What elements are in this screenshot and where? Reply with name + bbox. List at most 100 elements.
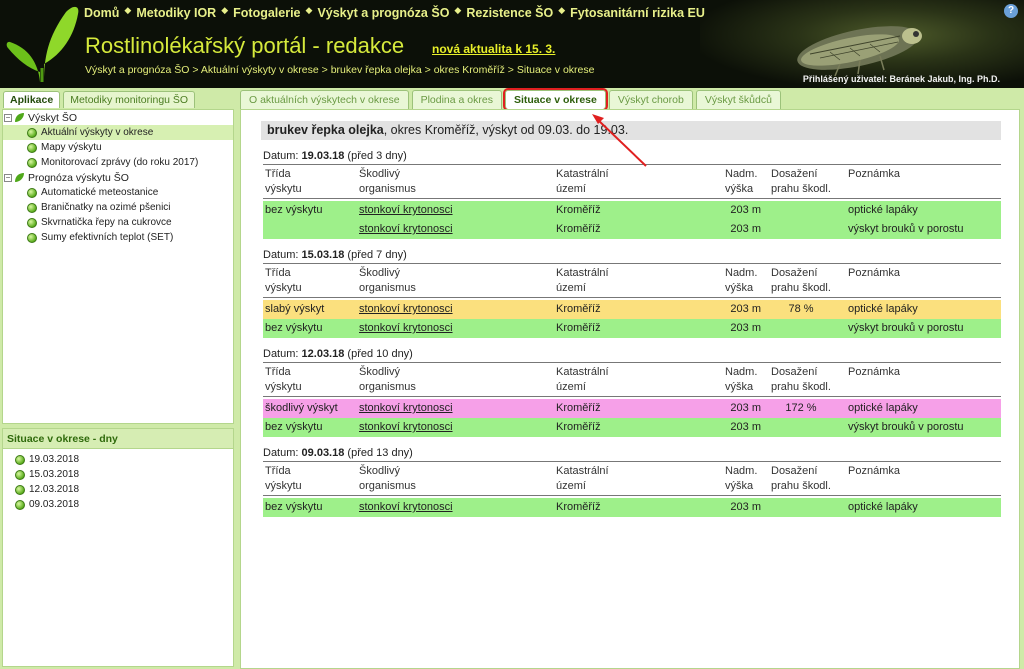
day-item[interactable]: 09.03.2018 [3,497,233,512]
cadastral-area: Kroměříž [556,204,601,216]
header-note: Poznámka [848,266,900,281]
cadastral-area: Kroměříž [556,402,601,414]
days-ago: (před 7 dny) [347,249,407,261]
left-panel: Aplikace Metodiky monitoringu ŠO − Výsky… [0,88,236,669]
collapse-icon[interactable]: − [4,113,12,122]
crop-name: brukev řepka olejka [267,123,384,137]
date-line: Datum: 15.03.18 (před 7 dny) [263,249,1001,264]
days-ago: (před 10 dny) [347,348,413,360]
tree-item-label: Braničnatky na ozimé pšenici [41,202,171,213]
altitude: 203 m [730,402,761,414]
header-line: Poznámka [848,465,900,477]
nav-eu-risks-link[interactable]: Fytosanitární rizika EU [570,6,705,20]
tree-item-monitoring-reports[interactable]: Monitorovací zprávy (do roku 2017) [3,155,233,170]
organism-link[interactable]: stonkoví krytonosci [359,201,453,220]
tab-pest-occurrence[interactable]: Výskyt škůdců [695,90,781,109]
header-threshold: Dosažení prahu škodl. [771,464,831,494]
main-tab-row: O aktuálních výskytech v okrese Plodina … [240,88,784,111]
nav-gallery-link[interactable]: Fotogalerie [233,6,300,20]
nav-home-link[interactable]: Domů [84,6,119,20]
help-icon[interactable]: ? [1004,4,1018,18]
tree-item-label: Aktuální výskyty v okrese [41,127,154,138]
nav-methodology-link[interactable]: Metodiky IOR [136,6,216,20]
header-line: Třída [265,168,291,180]
header-line: území [556,282,586,294]
tab-applications[interactable]: Aplikace [3,91,61,108]
tab-disease-occurrence[interactable]: Výskyt chorob [608,90,693,109]
table-row: slabý výskyt stonkoví krytonosci Kroměříž 2… [263,300,1001,319]
tree-item-temperature-sums[interactable]: Sumy efektivních teplot (SET) [3,230,233,245]
table-header: Třída výskytu Škodlivý organismus Katastráln… [263,165,1001,199]
tab-district-situation[interactable]: Situace v okrese [502,88,608,111]
day-item[interactable]: 12.03.2018 [3,482,233,497]
header-line: organismus [359,282,416,294]
header-line: Poznámka [848,168,900,180]
tree-item-maps[interactable]: Mapy výskytu [3,140,233,155]
date-line: Datum: 19.03.18 (před 3 dny) [263,150,1001,165]
occurrence-class: bez výskytu [265,501,323,513]
header-line: Katastrální [556,465,609,477]
organism-link[interactable]: stonkoví krytonosci [359,300,453,319]
header-cadastral: Katastrální území [556,464,609,494]
tree-item-label: Skvrnatička řepy na cukrovce [41,217,172,228]
tree-item-weather-stations[interactable]: Automatické meteostanice [3,185,233,200]
header-line: Poznámka [848,267,900,279]
header-note: Poznámka [848,167,900,182]
header-line: území [556,183,586,195]
date-section: Datum: 09.03.18 (před 13 dny) Třída výskyt… [263,447,1001,517]
header-line: Katastrální [556,366,609,378]
ball-icon [27,217,37,228]
note: optické lapáky [848,501,918,513]
organism-link[interactable]: stonkoví krytonosci [359,319,453,338]
nav-resistance-link[interactable]: Rezistence ŠO [466,6,553,20]
tree-item-label: Automatické meteostanice [41,187,159,198]
tree-item-beet-leaf-spot[interactable]: Skvrnatička řepy na cukrovce [3,215,233,230]
date-label: Datum: [263,150,299,162]
altitude: 203 m [730,303,761,315]
tree-item-current-occurrence[interactable]: Aktuální výskyty v okrese [3,125,233,140]
organism-link[interactable]: stonkoví krytonosci [359,399,453,418]
day-item[interactable]: 15.03.2018 [3,467,233,482]
organism-link[interactable]: stonkoví krytonosci [359,220,453,239]
tab-crop-and-district[interactable]: Plodina a okres [411,90,502,109]
days-panel: Situace v okrese - dny 19.03.2018 15.03.… [2,428,234,667]
tree-item-label: Sumy efektivních teplot (SET) [41,232,174,243]
header-line: výskytu [265,183,302,195]
date-section: Datum: 15.03.18 (před 7 dny) Třída výskytu… [263,249,1001,338]
nav-occurrence-link[interactable]: Výskyt a prognóza ŠO [317,6,449,20]
header-cadastral: Katastrální území [556,365,609,395]
breadcrumb[interactable]: Výskyt a prognóza ŠO > Aktuální výskyty … [85,64,594,76]
date-section: Datum: 19.03.18 (před 3 dny) Třída výskytu… [263,150,1001,239]
tree-item-wheat-blotch[interactable]: Braničnatky na ozimé pšenici [3,200,233,215]
nav-separator-icon: ◆ [221,5,229,15]
crop-heading: brukev řepka olejka, okres Kroměříž, výs… [261,121,1001,140]
cadastral-area: Kroměříž [556,303,601,315]
table-row: bez výskytu stonkoví krytonosci Kroměříž 20… [263,201,1001,220]
organism-link[interactable]: stonkoví krytonosci [359,498,453,517]
tree-item-label: Mapy výskytu [41,142,102,153]
header-threshold: Dosažení prahu škodl. [771,266,831,296]
date-value: 15.03.18 [301,249,345,261]
header-altitude: Nadm. výška [725,365,757,395]
header-threshold: Dosažení prahu škodl. [771,167,831,197]
news-link[interactable]: nová aktualita k 15. 3. [432,42,555,56]
ball-icon [15,454,25,465]
header-line: organismus [359,381,416,393]
tree-group-label: Výskyt ŠO [28,111,78,124]
day-label: 09.03.2018 [29,499,80,510]
day-item[interactable]: 19.03.2018 [3,452,233,467]
leaf-logo-icon[interactable] [4,2,82,84]
site-header: Domů ◆ Metodiky IOR ◆ Fotogalerie ◆ Výsk… [0,0,1024,88]
note: optické lapáky [848,303,918,315]
ball-icon [27,202,37,213]
tab-about-occurrence[interactable]: O aktuálních výskytech v okrese [240,90,409,109]
tree-group-occurrence[interactable]: − Výskyt ŠO [3,110,233,125]
collapse-icon[interactable]: − [4,173,12,182]
organism-link[interactable]: stonkoví krytonosci [359,418,453,437]
note: optické lapáky [848,402,918,414]
tree-group-label: Prognóza výskytu ŠO [28,171,129,184]
tab-monitoring-methodology[interactable]: Metodiky monitoringu ŠO [63,91,196,108]
header-threshold: Dosažení prahu škodl. [771,365,831,395]
tree-group-forecast[interactable]: − Prognóza výskytu ŠO [3,170,233,185]
days-ago: (před 3 dny) [347,150,407,162]
